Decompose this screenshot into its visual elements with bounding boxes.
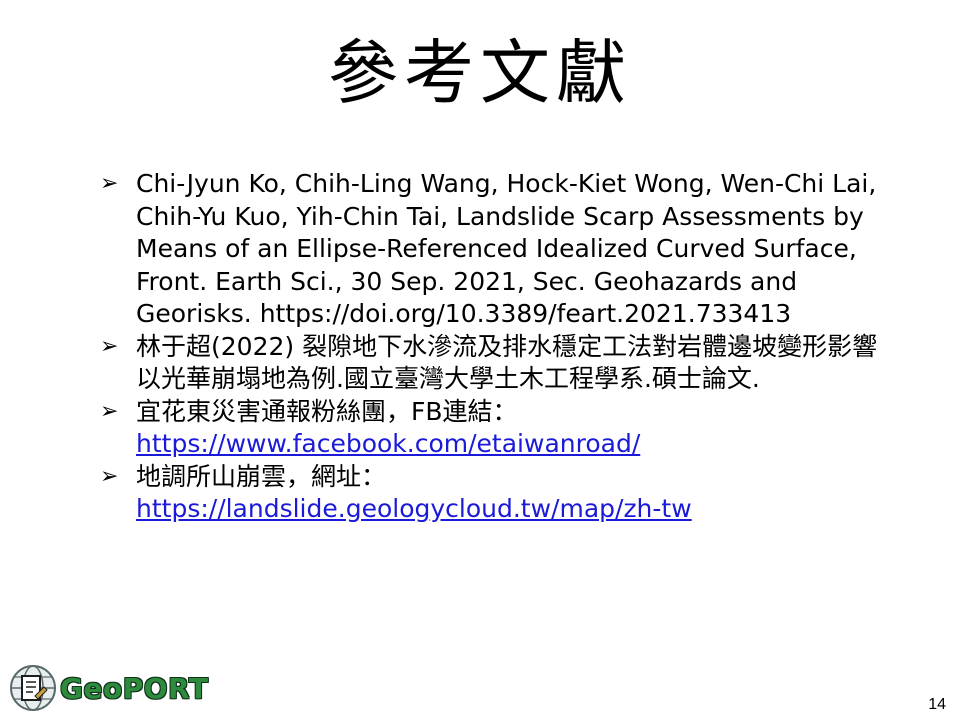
landslide-cloud-link[interactable]: https://landslide.geologycloud.tw/map/zh… [136, 493, 692, 526]
arrow-bullet-icon: ➢ [100, 398, 119, 424]
slide-title: 參考文獻 [328, 32, 632, 114]
geoport-logo: GeoPORT [8, 662, 208, 714]
reference-text: 宜花東災害通報粉絲團，FB連結： [136, 396, 518, 426]
reference-list: ➢ Chi-Jyun Ko, Chih-Ling Wang, Hock-Kiet… [100, 168, 890, 526]
reference-text: 地調所山崩雲，網址： [136, 461, 387, 491]
reference-item: ➢ Chi-Jyun Ko, Chih-Ling Wang, Hock-Kiet… [100, 168, 890, 331]
arrow-bullet-icon: ➢ [100, 171, 119, 196]
globe-icon [10, 665, 56, 711]
facebook-link[interactable]: https://www.facebook.com/etaiwanroad/ [136, 428, 640, 461]
page-number: 14 [928, 696, 946, 713]
arrow-bullet-icon: ➢ [100, 333, 119, 359]
reference-text: 林于超(2022) 裂隙地下水滲流及排水穩定工法對岩體邊坡變形影響以光華崩塌地為… [136, 331, 878, 394]
reference-text: Chi-Jyun Ko, Chih-Ling Wang, Hock-Kiet W… [136, 169, 877, 328]
reference-item: ➢ 地調所山崩雲，網址： https://landslide.geologycl… [100, 461, 890, 526]
logo-text: GeoPORT [60, 671, 209, 705]
reference-item: ➢ 宜花東災害通報粉絲團，FB連結： https://www.facebook.… [100, 396, 890, 461]
reference-item: ➢ 林于超(2022) 裂隙地下水滲流及排水穩定工法對岩體邊坡變形影響以光華崩塌… [100, 331, 890, 396]
arrow-bullet-icon: ➢ [100, 463, 119, 489]
